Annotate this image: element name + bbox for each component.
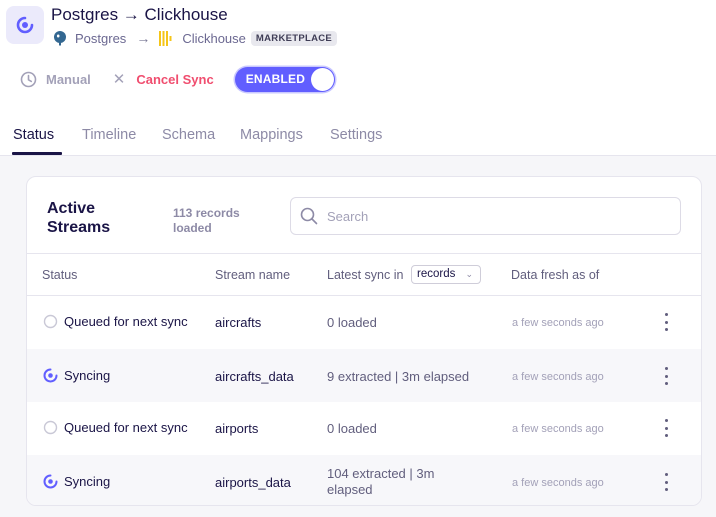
tab-mappings[interactable]: Mappings <box>240 127 303 143</box>
status-text: Queued for next sync <box>64 420 188 435</box>
data-fresh-value: a few seconds ago <box>512 477 604 489</box>
app-logo <box>6 6 44 44</box>
queued-circle-icon <box>43 314 58 329</box>
row-menu-icon[interactable] <box>659 313 673 331</box>
active-tab-indicator <box>12 152 62 155</box>
cancel-sync-label: Cancel Sync <box>136 71 214 87</box>
table-row: Queued for next sync airports 0 loaded a… <box>27 402 701 455</box>
page-title: Postgres → Clickhouse <box>51 5 228 24</box>
data-fresh-value: a few seconds ago <box>512 317 604 329</box>
status-cell: Queued for next sync <box>43 420 188 435</box>
data-fresh-value: a few seconds ago <box>512 371 604 383</box>
status-text: Syncing <box>64 474 111 489</box>
postgres-icon <box>54 31 66 46</box>
row-menu-icon[interactable] <box>659 473 673 491</box>
search-box[interactable] <box>290 197 681 235</box>
enabled-toggle[interactable]: ENABLED <box>234 66 335 92</box>
status-cell: Queued for next sync <box>43 314 188 329</box>
latest-sync-value: 0 loaded <box>327 421 377 436</box>
syncing-spinner-icon <box>43 474 58 489</box>
manual-schedule[interactable]: Manual <box>20 71 91 88</box>
search-icon <box>300 207 318 225</box>
latest-sync-value: 0 loaded <box>327 315 377 330</box>
sync-actions: Manual ✕ Cancel Sync ENABLED <box>20 66 335 92</box>
stream-name: aircrafts_data <box>215 369 294 384</box>
search-input[interactable] <box>327 208 657 224</box>
latest-sync-line: elapsed <box>327 482 373 497</box>
queued-circle-icon <box>43 420 58 435</box>
select-value: records <box>417 268 456 280</box>
status-text: Syncing <box>64 368 111 383</box>
status-cell: Syncing <box>43 368 110 383</box>
clock-icon <box>20 71 37 87</box>
latest-sync-unit-select[interactable]: records ⌄ <box>411 265 481 284</box>
latest-sync-value: 9 extracted | 3m elapsed <box>327 369 470 384</box>
column-status: Status <box>42 268 78 282</box>
status-text: Queued for next sync <box>64 314 188 329</box>
record-count: 113 records loaded <box>173 206 240 235</box>
manual-label: Manual <box>46 71 91 87</box>
column-data-fresh: Data fresh as of <box>511 268 600 282</box>
latest-sync-value: 104 extracted | 3m elapsed <box>327 466 434 498</box>
row-menu-icon[interactable] <box>659 419 673 437</box>
brand-logo-icon <box>16 16 34 34</box>
column-latest-sync: Latest sync in <box>327 268 404 282</box>
row-menu-icon[interactable] <box>659 367 673 385</box>
marketplace-badge: MARKETPLACE <box>250 30 338 46</box>
stream-name: airports <box>215 421 259 436</box>
toggle-label: ENABLED <box>245 71 306 86</box>
active-streams-card: Active Streams 113 records loaded Status… <box>26 176 702 506</box>
card-title: Active Streams <box>47 200 111 236</box>
destination-name: Clickhouse <box>182 30 246 46</box>
table-header: Status Stream name Latest sync in record… <box>27 253 701 296</box>
chevron-down-icon: ⌄ <box>465 269 473 279</box>
clickhouse-icon <box>159 30 172 46</box>
tab-settings[interactable]: Settings <box>330 127 382 143</box>
cancel-sync-button[interactable]: ✕ Cancel Sync <box>113 70 214 88</box>
stream-name: airports_data <box>215 475 291 490</box>
tab-schema[interactable]: Schema <box>162 127 215 143</box>
status-cell: Syncing <box>43 474 110 489</box>
tab-timeline[interactable]: Timeline <box>82 127 136 143</box>
tab-status[interactable]: Status <box>13 127 54 143</box>
syncing-spinner-icon <box>43 368 58 383</box>
table-row: Syncing airports_data 104 extracted | 3m… <box>27 455 701 505</box>
toggle-knob <box>310 67 334 91</box>
table-row: Queued for next sync aircrafts 0 loaded … <box>27 296 701 349</box>
stream-name: aircrafts <box>215 315 262 330</box>
table-row: Syncing aircrafts_data 9 extracted | 3m … <box>27 349 701 402</box>
data-fresh-value: a few seconds ago <box>512 423 604 435</box>
arrow-right-icon: → <box>136 30 151 46</box>
source-name: Postgres <box>75 30 127 46</box>
column-stream-name: Stream name <box>215 268 291 282</box>
connection-subtitle: Postgres → Clickhouse MARKETPLACE <box>52 29 338 47</box>
tab-bar: Status Timeline Schema Mappings Settings <box>0 124 716 156</box>
close-icon: ✕ <box>112 71 126 88</box>
latest-sync-line: 104 extracted | 3m <box>327 466 435 481</box>
